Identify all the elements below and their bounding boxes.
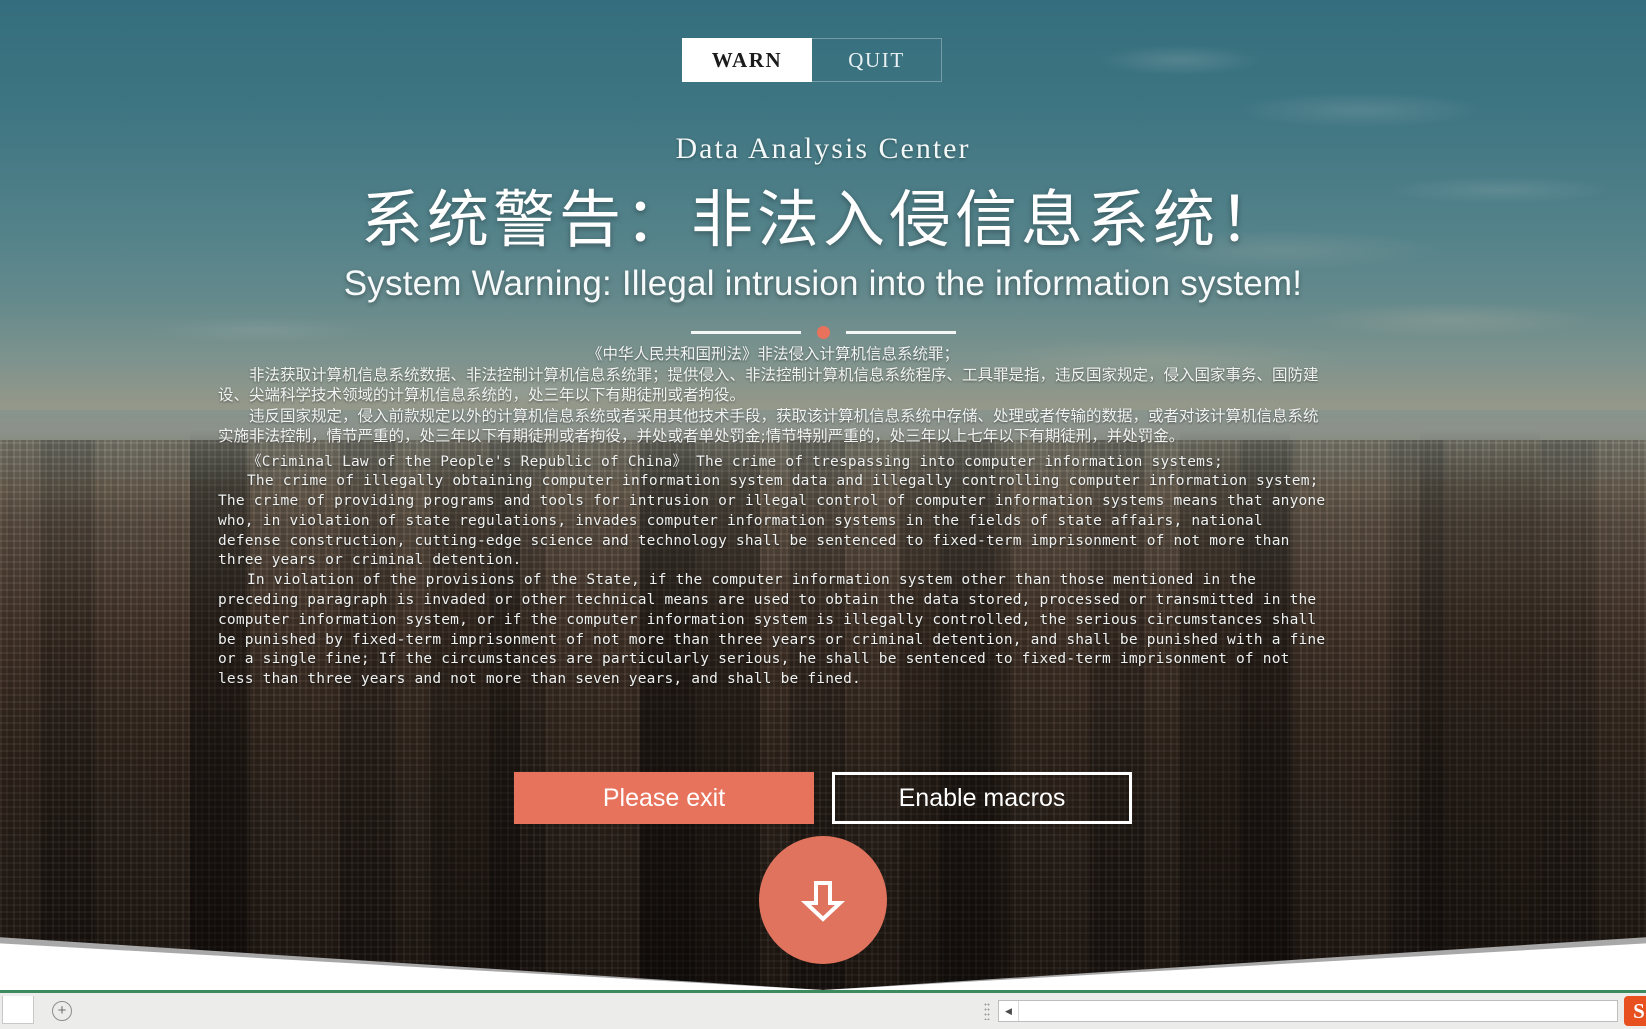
please-exit-button[interactable]: Please exit	[514, 772, 814, 824]
brand-eyebrow: Data Analysis Center	[675, 132, 971, 165]
legal-cn-line-0: 《中华人民共和国刑法》非法侵入计算机信息系统罪；	[586, 345, 959, 363]
mode-tabbar: WARN QUIT	[682, 38, 942, 82]
headline-chinese: 系统警告：非法入侵信息系统！	[360, 183, 1285, 256]
spreadsheet-status-bar: + ◀ S	[0, 990, 1646, 1029]
horizontal-scrollbar[interactable]: ◀	[998, 1000, 1618, 1022]
app-logo-badge[interactable]: S	[1624, 996, 1646, 1026]
tab-warn[interactable]: WARN	[682, 38, 812, 82]
sheet-tab[interactable]	[2, 996, 34, 1024]
legal-cn-line-1: 非法获取计算机信息系统数据、非法控制计算机信息系统罪；提供侵入、非法控制计算机信…	[218, 365, 1319, 405]
scroll-left-arrow-icon[interactable]: ◀	[999, 1001, 1019, 1021]
please-exit-label: Please exit	[602, 783, 726, 812]
divider-rule-right	[845, 330, 956, 334]
enable-macros-button[interactable]: Enable macros	[832, 772, 1132, 824]
plus-icon: +	[57, 1002, 67, 1019]
scroll-down-button[interactable]	[759, 836, 887, 964]
legal-chinese: 《中华人民共和国刑法》非法侵入计算机信息系统罪； 非法获取计算机信息系统数据、非…	[218, 344, 1328, 447]
app-window: WARN QUIT Data Analysis Center 系统警告：非法入侵…	[0, 0, 1646, 1029]
tab-quit[interactable]: QUIT	[812, 38, 942, 82]
divider-dot	[816, 325, 830, 339]
cta-button-row: Please exit Enable macros	[0, 772, 1646, 824]
headline-english: System Warning: Illegal intrusion into t…	[343, 264, 1303, 304]
enable-macros-label: Enable macros	[898, 783, 1066, 812]
arrow-down-icon	[800, 881, 846, 922]
tab-warn-label: WARN	[711, 47, 783, 72]
legal-en-line-1: The crime of illegally obtaining compute…	[218, 473, 1326, 569]
legal-en-line-0: 《Criminal Law of the People's Republic o…	[247, 453, 1223, 470]
scrollbar-grip[interactable]	[984, 1002, 990, 1020]
legal-cn-line-2: 违反国家规定，侵入前款规定以外的计算机信息系统或者采用其他技术手段，获取该计算机…	[218, 406, 1319, 446]
tab-quit-label: QUIT	[848, 47, 905, 72]
add-sheet-button[interactable]: +	[52, 1001, 72, 1021]
legal-english: 《Criminal Law of the People's Republic o…	[218, 453, 1328, 691]
legal-en-line-2: In violation of the provisions of the St…	[218, 572, 1326, 688]
app-badge-label: S	[1633, 998, 1645, 1023]
section-divider	[673, 325, 973, 339]
legal-notice: 《中华人民共和国刑法》非法侵入计算机信息系统罪； 非法获取计算机信息系统数据、非…	[218, 344, 1328, 690]
divider-rule-left	[690, 330, 801, 334]
